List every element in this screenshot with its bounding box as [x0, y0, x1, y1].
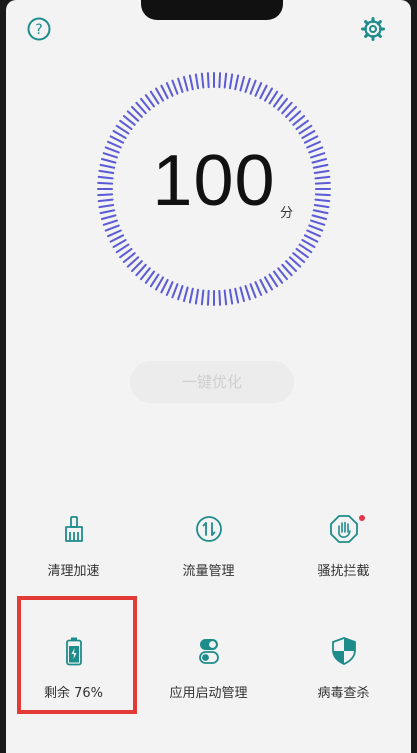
dial-tick	[177, 285, 184, 301]
tool-harassment-block[interactable]: 骚扰拦截	[276, 514, 411, 579]
gear-icon[interactable]	[360, 16, 386, 42]
dial-tick	[149, 90, 160, 105]
dial-tick	[107, 229, 122, 238]
dial-tick	[244, 285, 251, 301]
tool-clean-speedup[interactable]: 清理加速	[6, 514, 141, 579]
tool-label: 流量管理	[182, 564, 235, 579]
dial-tick	[306, 229, 321, 238]
dial-tick	[228, 288, 234, 305]
tool-data-management[interactable]: 流量管理	[141, 514, 276, 579]
dial-tick	[160, 278, 169, 294]
dial-tick	[160, 84, 169, 100]
dial-tick	[249, 283, 257, 299]
tool-virus-scan[interactable]: 病毒查杀	[276, 636, 411, 701]
tool-label: 病毒查杀	[317, 686, 370, 701]
dial-tick	[115, 243, 130, 254]
dial-tick	[239, 286, 246, 303]
dial-tick	[254, 82, 263, 97]
score-unit: 分	[280, 206, 294, 221]
tool-label: 骚扰拦截	[317, 564, 370, 579]
dial-tick	[194, 288, 200, 305]
shield-icon	[331, 637, 356, 665]
dial-tick	[200, 72, 205, 89]
tool-label: 应用启动管理	[169, 686, 248, 701]
dial-tick	[249, 79, 257, 95]
dial-tick	[298, 124, 313, 135]
dial-tick	[268, 90, 279, 105]
highlight-box	[17, 596, 137, 714]
dial-tick	[254, 281, 263, 296]
dial-tick	[104, 224, 120, 232]
broom-icon	[64, 516, 83, 542]
dial-tick	[109, 234, 125, 243]
dial-tick	[188, 287, 194, 304]
dial-tick	[115, 124, 130, 135]
dial-tick	[155, 87, 164, 102]
dial-tick	[234, 74, 240, 91]
svg-text:?: ?	[35, 22, 42, 38]
dial-tick	[171, 79, 179, 95]
camera-notch	[141, 0, 283, 20]
hand-stop-icon	[329, 515, 358, 543]
dial-tick	[194, 73, 200, 90]
dial-tick	[182, 75, 189, 92]
tool-label: 清理加速	[47, 564, 100, 579]
dial-tick	[303, 234, 319, 243]
dial-tick	[298, 243, 313, 254]
dial-tick	[264, 87, 273, 102]
dial-tick	[165, 281, 174, 296]
score-value: 100	[152, 141, 276, 221]
dial-tick	[206, 289, 210, 306]
dial-tick	[223, 289, 228, 306]
dial-tick	[268, 273, 279, 288]
dial-tick	[259, 84, 268, 100]
help-icon[interactable]: ?	[26, 16, 52, 42]
dial-tick	[218, 72, 222, 89]
toggle-icon	[198, 639, 219, 664]
dial-tick	[165, 82, 174, 97]
dial-tick	[301, 239, 316, 248]
optimize-button[interactable]: 一键优化	[130, 361, 294, 403]
dial-tick	[182, 286, 189, 303]
dial-tick	[234, 287, 240, 304]
phone-screen: ? 100 分 一键优化 清理加速 流量管理 骚扰拦截 剩余 76% 应用启动管…	[6, 0, 411, 753]
dial-tick	[218, 289, 222, 306]
dial-tick	[149, 273, 160, 288]
data-flow-icon	[195, 516, 222, 542]
tool-app-launch[interactable]: 应用启动管理	[141, 636, 276, 701]
dial-tick	[200, 289, 205, 306]
notification-dot	[359, 515, 365, 521]
dial-tick	[228, 73, 234, 90]
dial-tick	[264, 276, 273, 291]
dial-tick	[223, 72, 228, 89]
dial-tick	[112, 239, 127, 248]
dial-tick	[171, 283, 179, 299]
dial-tick	[244, 77, 251, 93]
dial-tick	[155, 276, 164, 291]
dial-tick	[308, 224, 324, 232]
dial-tick	[259, 278, 268, 294]
dial-tick	[239, 75, 246, 92]
dial-tick	[177, 77, 184, 93]
dial-tick	[206, 72, 210, 89]
dial-tick	[188, 74, 194, 91]
